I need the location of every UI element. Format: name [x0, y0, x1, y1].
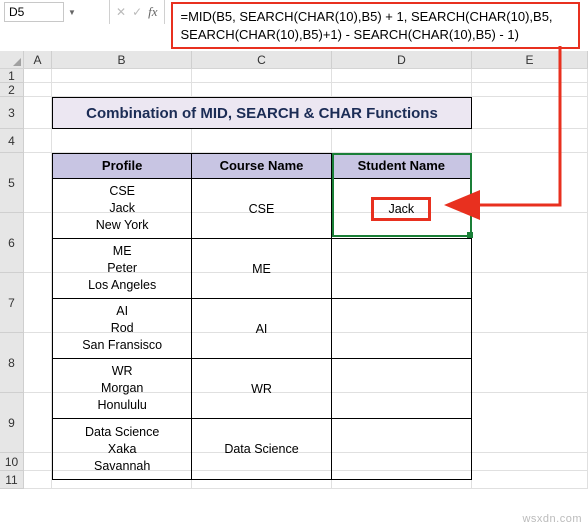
cell-student[interactable]: [332, 419, 471, 479]
row-header-9[interactable]: 9: [0, 393, 24, 453]
cell-profile[interactable]: WR Morgan Honululu: [53, 359, 192, 418]
col-header-E[interactable]: E: [472, 51, 588, 68]
col-header-A[interactable]: A: [24, 51, 52, 68]
row-header-7[interactable]: 7: [0, 273, 24, 333]
col-header-C[interactable]: C: [192, 51, 332, 68]
cell-course[interactable]: CSE: [192, 179, 331, 238]
formula-input[interactable]: =MID(B5, SEARCH(CHAR(10),B5) + 1, SEARCH…: [171, 2, 580, 49]
row-header-1[interactable]: 1: [0, 69, 24, 83]
cells-area[interactable]: Combination of MID, SEARCH & CHAR Functi…: [24, 69, 588, 489]
cancel-formula-icon[interactable]: ✕: [116, 5, 126, 19]
cell-course[interactable]: Data Science: [192, 419, 331, 479]
table-row: CSE Jack New York CSE Jack: [53, 179, 471, 239]
row-header-10[interactable]: 10: [0, 453, 24, 471]
cell-course[interactable]: WR: [192, 359, 331, 418]
formula-controls: ✕ ✓ fx: [110, 0, 165, 24]
row-header-5[interactable]: 5: [0, 153, 24, 213]
cell-student[interactable]: [332, 299, 471, 358]
select-all-corner[interactable]: [0, 51, 24, 68]
table-row: Data Science Xaka Savannah Data Science: [53, 419, 471, 479]
header-student: Student Name: [332, 154, 471, 178]
sheet-title: Combination of MID, SEARCH & CHAR Functi…: [52, 97, 472, 129]
name-box-dropdown-icon[interactable]: ▼: [68, 8, 76, 17]
cell-profile[interactable]: AI Rod San Fransisco: [53, 299, 192, 358]
cell-profile[interactable]: ME Peter Los Angeles: [53, 239, 192, 298]
table-row: ME Peter Los Angeles ME: [53, 239, 471, 299]
col-header-B[interactable]: B: [52, 51, 192, 68]
row-header-2[interactable]: 2: [0, 83, 24, 97]
row-header-3[interactable]: 3: [0, 97, 24, 129]
cell-course[interactable]: ME: [192, 239, 331, 298]
header-course: Course Name: [192, 154, 331, 178]
formula-line-1: =MID(B5, SEARCH(CHAR(10),B5) + 1, SEARCH…: [181, 8, 570, 26]
cell-student[interactable]: [332, 239, 471, 298]
cell-course[interactable]: AI: [192, 299, 331, 358]
table-header-row: Profile Course Name Student Name: [53, 154, 471, 179]
table-row: WR Morgan Honululu WR: [53, 359, 471, 419]
name-box[interactable]: D5: [4, 2, 64, 22]
row-headers: 1 2 3 4 5 6 7 8 9 10 11: [0, 69, 24, 489]
col-header-D[interactable]: D: [332, 51, 472, 68]
cell-student[interactable]: Jack: [332, 179, 471, 238]
cell-profile[interactable]: CSE Jack New York: [53, 179, 192, 238]
confirm-formula-icon[interactable]: ✓: [132, 5, 142, 19]
column-header-row: A B C D E: [0, 51, 588, 69]
row-header-6[interactable]: 6: [0, 213, 24, 273]
highlighted-result: Jack: [371, 197, 431, 221]
fx-icon[interactable]: fx: [148, 4, 157, 20]
row-header-8[interactable]: 8: [0, 333, 24, 393]
data-table: Profile Course Name Student Name CSE Jac…: [52, 153, 472, 480]
name-box-value: D5: [9, 5, 24, 19]
watermark: wsxdn.com: [522, 513, 582, 525]
row-header-4[interactable]: 4: [0, 129, 24, 153]
header-profile: Profile: [53, 154, 192, 178]
row-header-11[interactable]: 11: [0, 471, 24, 489]
formula-bar-area: D5 ▼ ✕ ✓ fx =MID(B5, SEARCH(CHAR(10),B5)…: [0, 0, 588, 51]
cell-profile[interactable]: Data Science Xaka Savannah: [53, 419, 192, 479]
formula-line-2: SEARCH(CHAR(10),B5)+1) - SEARCH(CHAR(10)…: [181, 26, 570, 44]
table-row: AI Rod San Fransisco AI: [53, 299, 471, 359]
cell-student[interactable]: [332, 359, 471, 418]
spreadsheet-grid: 1 2 3 4 5 6 7 8 9 10 11 Combination of M…: [0, 69, 588, 489]
name-box-wrap: D5 ▼: [0, 0, 110, 24]
